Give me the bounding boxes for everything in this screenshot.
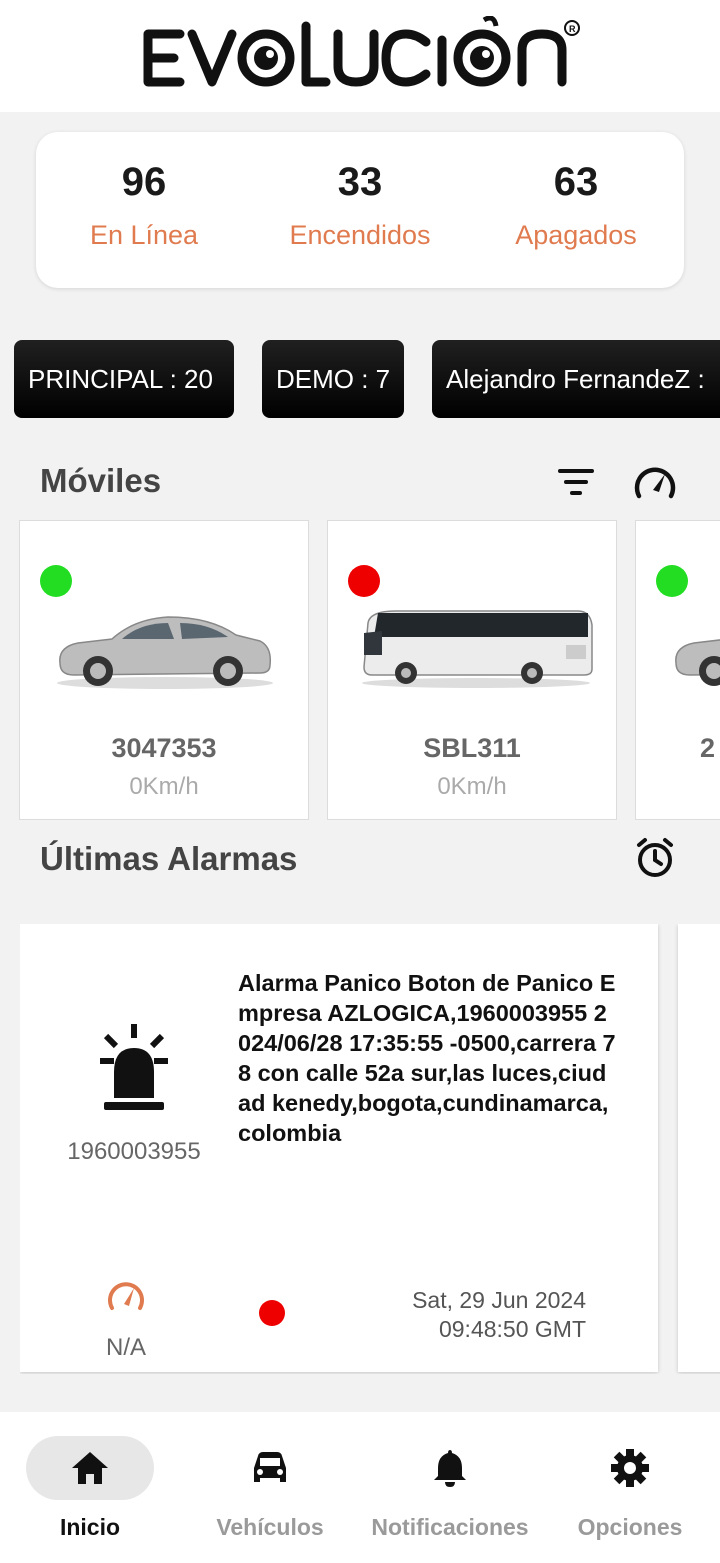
alarm-description: Alarma Panico Boton de Panico Empresa AZ… <box>238 970 616 1146</box>
group-chip-demo[interactable]: DEMO : 7 <box>262 340 404 418</box>
status-dot <box>348 565 380 597</box>
vehicle-speed: 0Km/h <box>129 773 199 800</box>
nav-notificaciones-pill[interactable] <box>386 1436 514 1500</box>
car-image <box>57 616 273 689</box>
home-icon <box>72 1452 108 1484</box>
speedometer-icon <box>108 1282 144 1310</box>
alarm-card[interactable] <box>678 924 720 1372</box>
bell-icon <box>434 1450 466 1487</box>
vehicle-card[interactable]: SBL311 0Km/h <box>327 520 617 820</box>
speedometer-icon[interactable] <box>631 458 679 506</box>
group-chips: PRINCIPAL : 20 DEMO : 7 Alejandro Fernan… <box>14 340 720 418</box>
vehicle-speed: 0Km/h <box>437 773 507 800</box>
nav-opciones-label: Opciones <box>577 1514 683 1540</box>
app-header: R <box>0 0 720 112</box>
group-chip-alejandro[interactable]: Alejandro FernandeZ : <box>432 340 720 418</box>
stat-off-label: Apagados <box>515 220 637 250</box>
alarms-carousel[interactable]: 1960003955 Alarma Panico Boton de Panico… <box>20 924 720 1374</box>
mobiles-title: Móviles <box>40 462 162 499</box>
bottom-navigation: Inicio Vehículos Notificaciones Opciones <box>0 1412 720 1563</box>
alarm-speed: N/A <box>105 1334 146 1361</box>
stat-off-value: 63 <box>553 160 599 204</box>
stat-on-value: 33 <box>337 160 383 204</box>
alarm-card[interactable]: 1960003955 Alarma Panico Boton de Panico… <box>20 924 658 1372</box>
stat-on-label: Encendidos <box>289 220 431 250</box>
nav-opciones[interactable]: Opciones <box>540 1436 720 1546</box>
car-image <box>675 639 720 686</box>
group-chip-principal[interactable]: PRINCIPAL : 20 <box>14 340 234 418</box>
vehicle-plate: 2 <box>700 733 716 763</box>
stat-online-label: En Línea <box>89 220 199 250</box>
vehicle-plate: SBL311 <box>423 733 521 763</box>
nav-vehiculos[interactable]: Vehículos <box>180 1436 360 1546</box>
vehicle-card[interactable]: 2 <box>635 520 720 820</box>
nav-vehiculos-label: Vehículos <box>216 1514 324 1540</box>
nav-notificaciones[interactable]: Notificaciones <box>360 1436 540 1546</box>
filter-icon[interactable] <box>552 458 600 506</box>
siren-icon <box>100 1024 168 1110</box>
bus-image <box>362 610 593 688</box>
mobiles-carousel[interactable]: 3047353 0Km/h SBL311 0Km/h 2 <box>19 520 720 820</box>
gear-icon <box>611 1449 649 1487</box>
alarm-date: Sat, 29 Jun 2024 09:48:50 GMT <box>412 1286 586 1344</box>
status-dot <box>656 565 688 597</box>
fleet-stats-card: 96 En Línea 33 Encendidos 63 Apagados <box>36 132 684 288</box>
alarm-status-dot <box>259 1300 285 1326</box>
nav-vehiculos-pill[interactable] <box>206 1436 334 1500</box>
alarm-clock-icon[interactable] <box>631 834 679 882</box>
nav-inicio[interactable]: Inicio <box>0 1436 180 1546</box>
stat-off[interactable]: 63 Apagados <box>468 132 684 288</box>
stat-online-value: 96 <box>121 160 167 204</box>
alarm-device-id: 1960003955 <box>67 1138 201 1165</box>
nav-inicio-label: Inicio <box>59 1514 121 1540</box>
nav-inicio-pill[interactable] <box>26 1436 154 1500</box>
alarm-date-line2: 09:48:50 GMT <box>438 1316 586 1342</box>
vehicle-plate: 3047353 <box>111 733 217 763</box>
stat-on[interactable]: 33 Encendidos <box>252 132 468 288</box>
vehicle-card[interactable]: 3047353 0Km/h <box>19 520 309 820</box>
status-dot <box>40 565 72 597</box>
evolucion-logo: R <box>143 16 580 87</box>
svg-text:R: R <box>569 24 576 34</box>
alarms-title: Últimas Alarmas <box>40 840 298 877</box>
stat-online[interactable]: 96 En Línea <box>36 132 252 288</box>
car-icon <box>254 1452 286 1482</box>
nav-opciones-pill[interactable] <box>566 1436 694 1500</box>
alarm-date-line1: Sat, 29 Jun 2024 <box>412 1287 586 1313</box>
nav-notificaciones-label: Notificaciones <box>371 1514 529 1540</box>
